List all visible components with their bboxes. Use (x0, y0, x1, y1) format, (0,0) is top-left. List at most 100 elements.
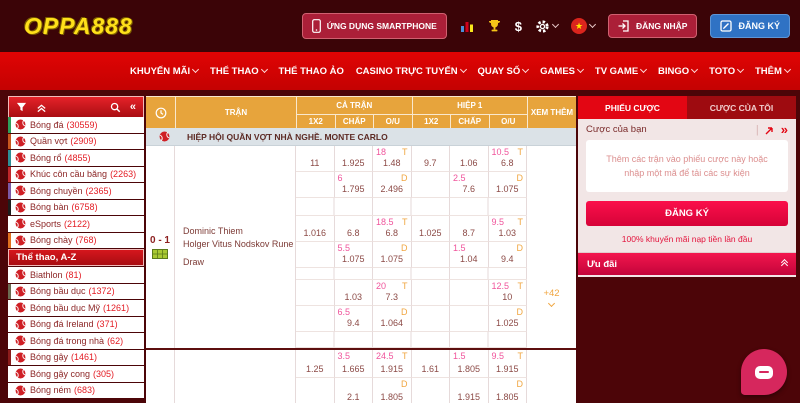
sport-label: Bóng bàn (30, 202, 69, 212)
sidebar-sport-item[interactable]: Quần vợt(2909) (8, 134, 144, 150)
sidebar-sport-item[interactable]: Bóng bầu dục Mỹ(1261) (8, 300, 144, 316)
sidebar-sport-item[interactable]: Biathlon(81) (8, 267, 144, 283)
nav-item[interactable]: GAMES (540, 66, 583, 77)
odds-cell[interactable]: 9.5T1.915 (489, 350, 528, 378)
tab-my-bets[interactable]: CƯỢC CỦA TÔI (687, 96, 796, 119)
sidebar-sport-item[interactable]: Bóng ném(683) (8, 383, 144, 399)
sidebar-sport-item[interactable]: Khúc côn cầu băng(2263) (8, 167, 144, 183)
odds-cell[interactable]: 6.8 (335, 216, 374, 242)
odds-cell[interactable]: 1.61 (412, 350, 451, 378)
nav-item[interactable]: KHUYẾN MÃI (130, 66, 198, 77)
collapse-all-icon[interactable] (36, 102, 47, 113)
odds-cell[interactable]: 9.7 (412, 146, 451, 172)
odds-cell[interactable]: 1.51.04 (450, 242, 489, 268)
sidebar-sport-item[interactable]: Bóng gậy cong(305) (8, 366, 144, 382)
sidebar-sport-item[interactable]: Bóng chuyền(2365) (8, 183, 144, 199)
tennis-ball-icon (159, 131, 170, 142)
site-logo[interactable]: OPPA888 (24, 13, 133, 40)
register-button[interactable]: ĐĂNG KÝ (710, 14, 790, 38)
odds-cell[interactable]: D1.075 (489, 172, 528, 198)
collapse-sidebar-icon[interactable]: « (130, 102, 136, 113)
sidebar-sport-item[interactable]: Bóng bàn(6758) (8, 200, 144, 216)
trophy-icon[interactable] (487, 19, 502, 33)
see-more-cell[interactable] (527, 350, 576, 403)
sidebar-sport-item[interactable]: Bóng đá trong nhà(62) (8, 333, 144, 349)
handicap-line: 24.5 (376, 351, 394, 361)
tab-bet-slip[interactable]: PHIẾU CƯỢC (578, 96, 687, 119)
expand-betslip-icon[interactable]: » (781, 123, 788, 136)
smartphone-app-label: ỨNG DỤNG SMARTPHONE (327, 21, 437, 31)
odds-cell[interactable]: 10.5T6.8 (489, 146, 528, 172)
odds-cell[interactable]: 24.5T1.915 (373, 350, 412, 378)
nav-item[interactable]: THÊM (755, 66, 790, 77)
odds-cell[interactable]: 9.5T1.03 (489, 216, 528, 242)
odds-cell[interactable]: 20T7.3 (373, 280, 412, 306)
odds-cell (296, 378, 335, 403)
sport-count: (683) (74, 385, 95, 395)
odds-cell[interactable]: 1.06 (450, 146, 489, 172)
sidebar-sport-item[interactable]: eSports(2122) (8, 216, 144, 232)
sidebar-sport-item[interactable]: Bóng đá(30559) (8, 117, 144, 133)
search-icon[interactable] (110, 102, 121, 113)
nav-item[interactable]: THỂ THAO ẢO (278, 66, 343, 77)
odds-cell[interactable]: D1.075 (373, 242, 412, 268)
odds-cell[interactable]: 1.03 (335, 280, 374, 306)
nav-item[interactable]: TOTO (709, 66, 743, 77)
offers-header[interactable]: Ưu đãi (578, 253, 796, 275)
odds-cell[interactable]: D1.064 (373, 306, 412, 332)
sidebar-sport-item[interactable]: Bóng chày(768) (8, 233, 144, 249)
odds-cell[interactable]: 11 (296, 146, 335, 172)
odds-cell[interactable]: 1.925 (335, 146, 374, 172)
live-chat-button[interactable] (741, 349, 787, 395)
match-teams[interactable]: Dominic Thiem Holger Vitus Nodskov Rune … (175, 146, 296, 348)
odds-cell[interactable]: D1.805 (373, 378, 412, 403)
sidebar-sport-item[interactable]: Bóng gậy(1461) (8, 350, 144, 366)
nav-item[interactable]: CASINO TRỰC TUYẾN (356, 66, 466, 77)
odds-cell[interactable]: 8.7 (450, 216, 489, 242)
nav-item[interactable]: BINGO (658, 66, 697, 77)
nav-item[interactable]: THỂ THAO (210, 66, 267, 77)
currency-dollar-icon[interactable]: $ (515, 19, 522, 34)
filter-icon[interactable] (16, 102, 27, 113)
sidebar-sport-item[interactable]: Bóng rổ(4855) (8, 150, 144, 166)
odds-cell[interactable]: D1.805 (489, 378, 528, 403)
odds-cell[interactable]: 1.025 (412, 216, 451, 242)
sport-count: (1461) (71, 352, 97, 362)
odds-cell[interactable]: 2.1 (335, 378, 374, 403)
sidebar-sport-item[interactable]: Bóng đá Ireland(371) (8, 317, 144, 333)
odds-cell[interactable]: 61.795 (335, 172, 374, 198)
odds-cell[interactable]: 1.51.805 (450, 350, 489, 378)
see-more-cell[interactable]: +42 (527, 146, 576, 348)
odds-cell[interactable]: 5.51.075 (335, 242, 374, 268)
sidebar-sport-item[interactable]: Bóng bầu dục(1372) (8, 284, 144, 300)
odds-cell[interactable]: 2.57.6 (450, 172, 489, 198)
dock-betslip-icon[interactable] (765, 125, 775, 135)
odds-cell[interactable]: 18.5T6.8 (373, 216, 412, 242)
biathlon-icon (11, 269, 30, 280)
nav-item[interactable]: QUAY SỐ (478, 66, 529, 77)
odds-cell[interactable]: 6.59.4 (335, 306, 374, 332)
odds-cell[interactable]: 12.5T10 (489, 280, 528, 306)
odd-value: 1.03 (489, 228, 527, 238)
league-row[interactable]: HIỆP HỘI QUẦN VỢT NHÀ NGHỀ. MONTE CARLO (146, 128, 576, 146)
smartphone-app-button[interactable]: ỨNG DỤNG SMARTPHONE (302, 13, 447, 39)
nav-item[interactable]: TV GAME (595, 66, 646, 77)
odds-cell[interactable]: 1.25 (296, 350, 335, 378)
stats-chart-icon[interactable] (460, 20, 474, 33)
match-teams[interactable] (175, 350, 296, 403)
betslip-register-button[interactable]: ĐĂNG KÝ (586, 201, 788, 226)
odds-cell[interactable]: 1.016 (296, 216, 335, 242)
chevron-down-icon (589, 21, 596, 28)
odds-cell[interactable]: D2.496 (373, 172, 412, 198)
login-button[interactable]: ĐĂNG NHẬP (608, 14, 697, 38)
odds-cell (296, 172, 335, 198)
odds-cell[interactable]: 18T1.48 (373, 146, 412, 172)
empty-betslip-message: Thêm các trận vào phiếu cược này hoặc nh… (586, 140, 788, 192)
odds-cell[interactable]: D9.4 (489, 242, 528, 268)
language-flag-icon[interactable]: ★ (571, 18, 595, 34)
odds-cell[interactable]: 3.51.665 (335, 350, 374, 378)
odds-cell[interactable]: D1.025 (489, 306, 528, 332)
odds-cell[interactable]: 1.915 (450, 378, 489, 403)
over-under-tag: T (518, 147, 524, 157)
settings-gear-icon[interactable] (535, 19, 558, 34)
